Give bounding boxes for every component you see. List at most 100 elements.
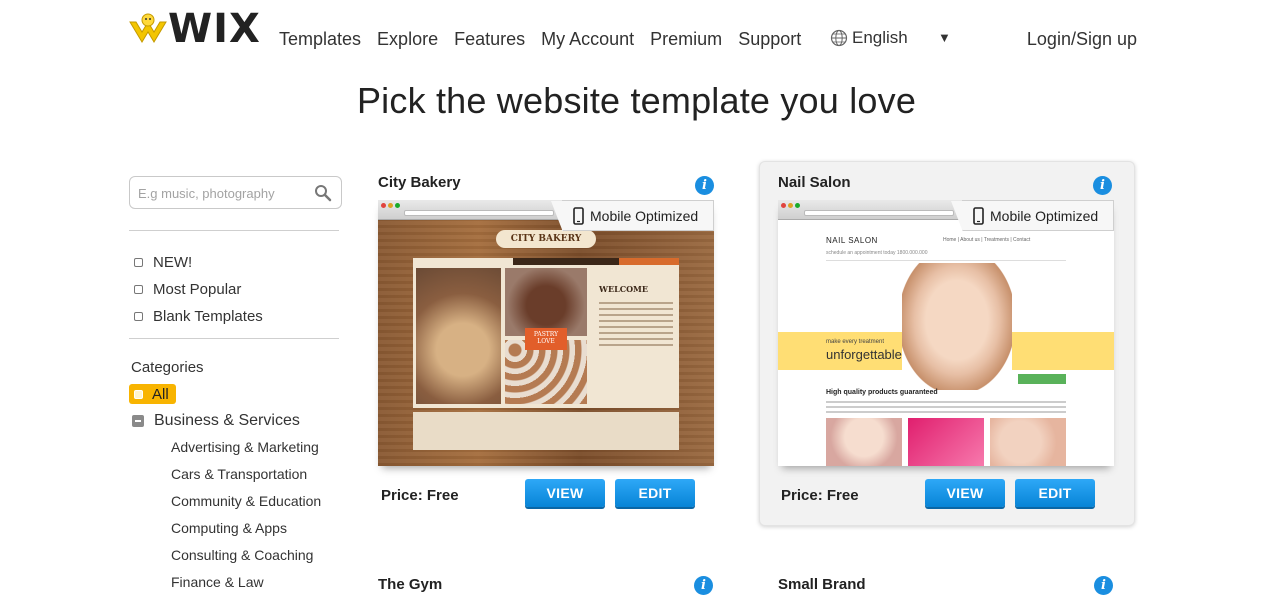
book-treatment-button [1018,374,1066,384]
template-title: Nail Salon [778,174,851,191]
template-search [129,176,342,209]
window-dot-red [781,203,786,208]
subcategory-finance-law[interactable]: Finance & Law [129,569,342,596]
nav-support[interactable]: Support [738,28,801,50]
nav-explore[interactable]: Explore [377,28,438,50]
search-input[interactable] [138,183,308,203]
nav-my-account[interactable]: My Account [541,28,634,50]
nail-photo-1 [826,418,902,466]
model-photo [902,263,1012,390]
band-big-text: unforgettable [826,347,902,362]
main-nav: Templates Explore Features My Account Pr… [279,28,817,50]
nav-templates[interactable]: Templates [279,28,361,50]
subcategory-computing-apps[interactable]: Computing & Apps [129,515,342,542]
template-price: Price: Free [781,487,859,504]
template-thumbnail[interactable]: CITY BAKERY PASTRY LOVE WELCOME Mobile O… [378,200,714,466]
search-icon[interactable] [314,184,332,202]
login-signup-link[interactable]: Login/Sign up [1027,29,1137,50]
checkbox-new[interactable] [134,258,143,267]
template-card-nail-salon: Nail Salon i NAIL SALON schedule an appo… [759,161,1135,526]
bakery-text-lines [599,302,673,350]
pastry-love-badge: PASTRY LOVE [525,328,567,350]
subcategory-consulting-coaching[interactable]: Consulting & Coaching [129,542,342,569]
bakery-nav [513,258,679,265]
filter-new[interactable]: NEW! [129,249,342,276]
category-all[interactable]: All [129,384,176,404]
nav-features[interactable]: Features [454,28,525,50]
globe-icon [830,29,848,47]
band-small-text: make every treatment [826,339,885,345]
nail-salon-preview: NAIL SALON schedule an appointment today… [778,220,1114,466]
top-header: WIX Templates Explore Features My Accoun… [0,0,1273,70]
template-title-small-brand[interactable]: Small Brand [778,576,866,593]
nail-photo-2 [908,418,984,466]
checkbox-all[interactable] [134,389,143,399]
mobile-optimized-label: Mobile Optimized [590,207,699,224]
checkbox-blank-templates[interactable] [134,312,143,321]
category-business-label: Business & Services [154,411,300,429]
template-thumbnail[interactable]: NAIL SALON schedule an appointment today… [778,200,1114,466]
muffin-photo [505,268,587,336]
edit-button[interactable]: EDIT [615,479,695,507]
template-card-city-bakery: City Bakery i CITY BAKERY PASTRY LOVE WE… [360,162,736,527]
sidebar-divider [129,338,339,339]
mobile-optimized-tag: Mobile Optimized [551,200,714,232]
category-business-services[interactable]: Business & Services [129,407,342,434]
window-dot-green [795,203,800,208]
template-title-the-gym[interactable]: The Gym [378,576,442,593]
bakery-banner: CITY BAKERY [496,230,596,248]
subcategory-advertising-marketing[interactable]: Advertising & Marketing [129,434,342,461]
category-all-label: All [152,385,169,403]
phone-icon [573,206,584,225]
nail-salon-brand: NAIL SALON [826,236,878,245]
filter-label: Most Popular [153,281,242,298]
view-button[interactable]: VIEW [925,479,1005,507]
template-title: City Bakery [378,174,461,191]
phone-icon [973,206,984,225]
window-dot-yellow [388,203,393,208]
nail-photo-3 [990,418,1066,466]
nail-salon-nav: Home | About us | Treatments | Contact [943,237,1031,243]
collapse-icon[interactable] [132,414,144,427]
page-title: Pick the website template you love [356,80,917,121]
nail-salon-tagline: schedule an appointment today 1800.000.0… [826,250,928,256]
mobile-optimized-tag: Mobile Optimized [951,200,1114,232]
info-icon[interactable]: i [694,576,713,595]
filter-blank-templates[interactable]: Blank Templates [129,303,342,330]
filter-list: NEW! Most Popular Blank Templates [129,249,342,330]
subcategory-cars-transportation[interactable]: Cars & Transportation [129,461,342,488]
filter-sidebar: NEW! Most Popular Blank Templates Catego… [129,176,342,596]
edit-button[interactable]: EDIT [1015,479,1095,507]
bakery-nav-highlight [619,258,679,265]
subcategory-community-education[interactable]: Community & Education [129,488,342,515]
url-bar [404,210,554,216]
info-icon[interactable]: i [1094,576,1113,595]
wix-wordmark: WIX [168,6,261,52]
checkbox-most-popular[interactable] [134,285,143,294]
mobile-optimized-label: Mobile Optimized [990,207,1099,224]
chevron-down-icon[interactable]: ▼ [938,30,951,45]
filter-label: Blank Templates [153,308,263,325]
window-dot-yellow [788,203,793,208]
bakery-footer [413,412,679,450]
nail-text-lines [826,401,1066,416]
language-selector[interactable]: English [830,28,908,48]
info-icon[interactable]: i [695,176,714,195]
language-label: English [852,28,908,47]
url-bar [804,210,954,216]
window-dot-red [381,203,386,208]
filter-most-popular[interactable]: Most Popular [129,276,342,303]
nav-premium[interactable]: Premium [650,28,722,50]
nail-divider [826,260,1066,261]
sidebar-divider [129,230,339,231]
wix-mascot-icon [129,13,167,43]
bakery-welcome: WELCOME [599,284,648,294]
dough-photo [416,268,501,404]
categories-heading: Categories [131,359,204,376]
template-price: Price: Free [381,487,459,504]
info-icon[interactable]: i [1093,176,1112,195]
wix-logo[interactable]: WIX [128,6,268,52]
window-dot-green [395,203,400,208]
filter-label: NEW! [153,254,193,271]
view-button[interactable]: VIEW [525,479,605,507]
